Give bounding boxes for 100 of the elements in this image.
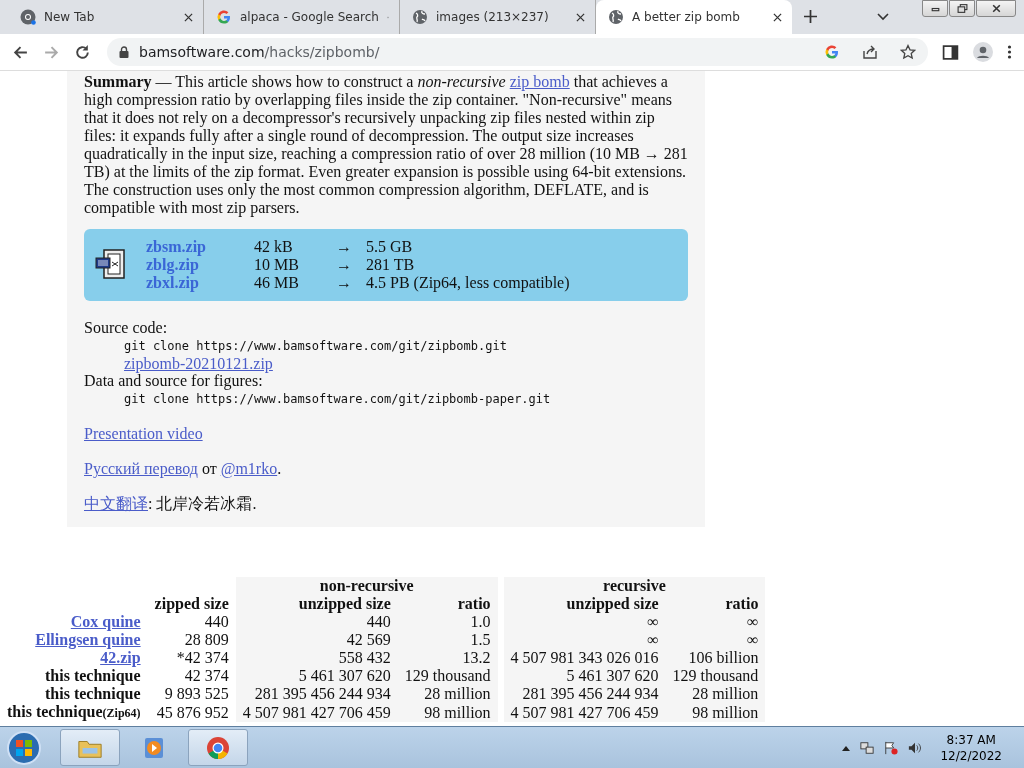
- table-cell: 281 395 456 244 934: [503, 685, 666, 703]
- column-header: unzipped size: [235, 595, 398, 613]
- download-link[interactable]: zblg.zip: [146, 256, 254, 274]
- minimize-button[interactable]: [922, 0, 948, 17]
- row-name-link[interactable]: Cox quine: [70, 613, 141, 630]
- tab-title: A better zip bomb: [632, 10, 741, 24]
- table-cell: 4 507 981 343 026 016: [503, 649, 666, 667]
- table-cell: ∞: [503, 613, 666, 631]
- table-cell: ∞: [665, 613, 766, 631]
- restore-icon: [956, 4, 968, 13]
- browser-tab[interactable]: New Tab: [8, 0, 204, 34]
- download-link[interactable]: zbsm.zip: [146, 238, 254, 256]
- zipped-size: 46 MB: [254, 274, 300, 292]
- table-cell: 4 507 981 427 706 459: [503, 703, 666, 722]
- unzipped-size: 4.5 PB (Zip64, less compatible): [366, 274, 570, 292]
- download-link[interactable]: zbxl.zip: [146, 274, 254, 292]
- new-tab-icon[interactable]: [804, 10, 817, 23]
- paragraph-text: .: [277, 460, 282, 477]
- page-link[interactable]: 中文翻译: [84, 495, 148, 512]
- flag-icon[interactable]: [884, 740, 899, 755]
- row-name: this technique: [44, 667, 142, 685]
- tab-title: alpaca - Google Search: [240, 10, 379, 24]
- unzipped-size: 5.5 GB: [366, 238, 414, 256]
- google-g-icon: [216, 9, 232, 25]
- chevron-down-icon[interactable]: [877, 13, 889, 21]
- globe-icon: [608, 9, 624, 25]
- table-cell: 1.5: [397, 631, 498, 649]
- table-cell: 28 million: [665, 685, 766, 703]
- row-name: this technique(Zip64): [6, 703, 142, 722]
- zipped-size: 10 MB: [254, 256, 300, 274]
- clock-time[interactable]: 8:37 AM: [946, 731, 996, 748]
- tab-title: images (213×237): [436, 10, 550, 24]
- google-g-icon[interactable]: [824, 44, 840, 60]
- table-cell: 98 million: [665, 703, 766, 722]
- table-cell: 5 461 307 620: [503, 667, 666, 685]
- source-label: Data and source for figures:: [84, 372, 263, 389]
- column-header: zipped size: [153, 595, 230, 613]
- paragraph-text: : 北岸冷若冰霜.: [148, 495, 257, 512]
- table-cell: 28 million: [397, 685, 498, 703]
- arrow-text: →: [336, 274, 353, 292]
- unzipped-size: 281 TB: [366, 256, 416, 274]
- source-label: Source code:: [84, 319, 168, 336]
- profile-avatar-icon[interactable]: [973, 42, 993, 62]
- row-name-link[interactable]: 42.zip: [100, 649, 141, 666]
- table-cell: 129 thousand: [665, 667, 766, 685]
- table-cell-text: 28 809: [183, 631, 230, 649]
- address-bar[interactable]: bamsoftware.com/hacks/zipbomb/: [107, 38, 928, 66]
- zipped-size: 42 kB: [254, 238, 294, 256]
- reload-icon[interactable]: [74, 43, 91, 61]
- chrome-logo-icon: [20, 9, 36, 25]
- start-orb-icon[interactable]: [6, 729, 42, 766]
- table-cell: 13.2: [397, 649, 498, 667]
- paragraph-text: от: [200, 460, 218, 477]
- restore-button[interactable]: [949, 0, 975, 17]
- column-header: ratio: [397, 595, 498, 613]
- star-icon[interactable]: [900, 44, 916, 60]
- network-icon[interactable]: [860, 740, 875, 755]
- table-cell: 440: [235, 613, 398, 631]
- table-cell: 5 461 307 620: [235, 667, 398, 685]
- browser-tab[interactable]: A better zip bomb: [596, 0, 792, 34]
- table-cell: ∞: [665, 631, 766, 649]
- table-cell-text: 45 876 952: [155, 703, 230, 722]
- summary-paragraph: Summary — This article shows how to construct a non-recursive zip bomb that achieves a high compression ratio by overlapping files inside the zip container. "Non-recursive" means that it does not rely on a decompressor's recursively unpacking zip files nested within zip files: it expands fully after a single round of decompression. The output size increases quadratically in the input size, reaching a compression ratio of over 28 million (10 MB → 281 TB) at the limits of the zip format. Even greater expansion is possible using 64-bit extensions. The construction uses only the most common compression algorithm, DEFLATE, and is compatible with most zip parsers.: [84, 73, 688, 217]
- git-command: git clone https://www.bamsoftware.com/git/zipbomb-paper.git: [124, 392, 551, 406]
- table-cell: 129 thousand: [397, 667, 498, 685]
- speaker-icon[interactable]: [908, 740, 923, 755]
- page-link[interactable]: Русский перевод: [84, 460, 198, 477]
- tab-title: New Tab: [44, 10, 96, 24]
- git-command: git clone https://www.bamsoftware.com/git/zipbomb.git: [124, 339, 507, 353]
- row-name-link[interactable]: Ellingsen quine: [35, 631, 141, 648]
- arrow-text: →: [336, 256, 353, 274]
- side-panel-icon[interactable]: [942, 43, 959, 61]
- group-header: recursive: [503, 577, 766, 595]
- chrome-logo-icon: [205, 735, 231, 760]
- clock-date[interactable]: 12/2/2022: [940, 747, 1002, 764]
- menu-icon[interactable]: [1007, 44, 1012, 60]
- archive-download-link[interactable]: zipbomb-20210121.zip: [124, 355, 273, 372]
- caret-up-icon[interactable]: [842, 744, 851, 751]
- table-cell: ∞: [503, 631, 666, 649]
- lock-icon: [119, 46, 129, 58]
- column-header: ratio: [665, 595, 766, 613]
- table-cell: 42 569: [235, 631, 398, 649]
- share-icon[interactable]: [862, 44, 878, 60]
- zip-file-icon: [94, 248, 128, 282]
- taskbar-button[interactable]: [188, 729, 248, 766]
- group-header: non-recursive: [235, 577, 498, 595]
- table-cell: 4 507 981 427 706 459: [235, 703, 398, 722]
- table-cell: 558 432: [235, 649, 398, 667]
- row-name: this technique: [44, 685, 142, 703]
- table-cell: 106 billion: [665, 649, 766, 667]
- table-cell: 1.0: [397, 613, 498, 631]
- column-header: unzipped size: [503, 595, 666, 613]
- zip-bomb-link[interactable]: zip bomb: [509, 73, 570, 90]
- browser-tab[interactable]: alpaca - Google Search: [204, 0, 400, 34]
- table-cell-text: 9 893 525: [163, 685, 230, 703]
- table-cell-text: 440: [203, 613, 230, 631]
- globe-icon: [412, 9, 428, 25]
- page-link[interactable]: Presentation video: [84, 425, 203, 442]
- arrow-text: →: [336, 238, 353, 256]
- close-window-button[interactable]: [976, 0, 1016, 17]
